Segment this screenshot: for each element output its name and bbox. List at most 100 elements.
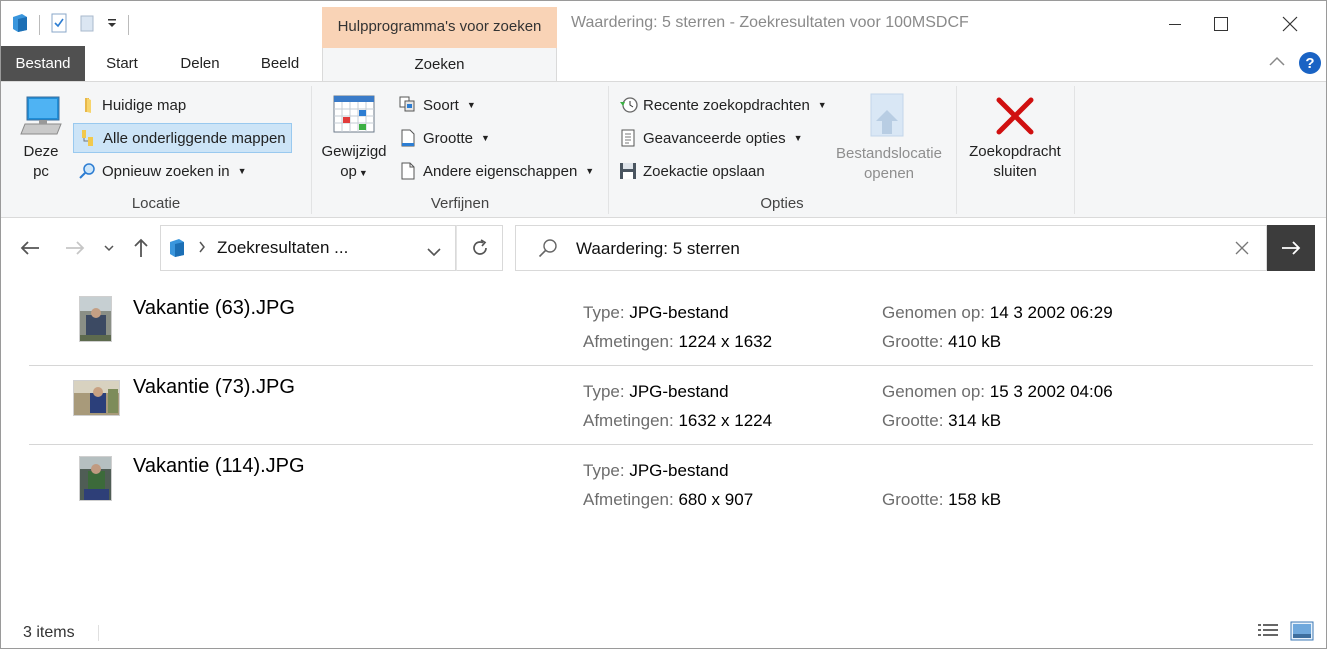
- current-folder-button[interactable]: Huidige map: [73, 91, 191, 119]
- kind-icon: [399, 96, 417, 114]
- title-bar: Hulpprogramma's voor zoeken Waardering: …: [1, 1, 1326, 46]
- close-icon: [1235, 241, 1249, 255]
- details-view-button[interactable]: [1257, 621, 1279, 645]
- close-search-label-1: Zoekopdracht: [969, 143, 1061, 160]
- clear-search-button[interactable]: [1234, 240, 1250, 260]
- tab-start[interactable]: Start: [85, 46, 159, 81]
- all-subfolders-label: Alle onderliggende mappen: [103, 129, 286, 147]
- search-again-icon: [78, 162, 96, 180]
- arrow-left-icon: [20, 241, 39, 255]
- save-search-label: Zoekactie opslaan: [643, 162, 765, 180]
- collapse-ribbon-button[interactable]: [1267, 54, 1287, 72]
- this-pc-button[interactable]: Deze pc: [13, 94, 69, 182]
- status-bar: 3 items: [1, 617, 1326, 648]
- group-label-verfijnen: Verfijnen: [430, 195, 490, 212]
- kind-button[interactable]: Soort ▼: [394, 91, 481, 119]
- search-box[interactable]: Waardering: 5 sterren: [515, 225, 1267, 271]
- result-item[interactable]: Vakantie (114).JPG Type: JPG-bestand Afm…: [29, 445, 1313, 524]
- tab-view[interactable]: Beeld: [241, 46, 319, 81]
- type-property: Type: JPG-bestand: [583, 461, 729, 480]
- dropdown-caret-icon: ▼: [237, 166, 247, 176]
- group-verfijnen: Gewijzigd op ▼ Soort ▼ Grootte ▼ Andere e…: [312, 82, 608, 217]
- other-properties-label: Andere eigenschappen: [423, 162, 578, 180]
- dropdown-caret-icon: ▼: [585, 166, 595, 176]
- search-again-label: Opnieuw zoeken in: [102, 162, 230, 180]
- size-label: Grootte: [423, 129, 474, 147]
- size-property: Grootte: 410 kB: [882, 332, 1002, 351]
- file-name[interactable]: Vakantie (73).JPG: [133, 376, 295, 399]
- group-label-locatie: Locatie: [131, 195, 181, 212]
- explorer-icon[interactable]: [11, 13, 29, 37]
- breadcrumb-separator-icon: [198, 240, 206, 258]
- result-item[interactable]: Vakantie (73).JPG Type: JPG-bestand Afme…: [29, 366, 1313, 445]
- advanced-options-button[interactable]: Geavanceerde opties ▼: [614, 124, 808, 152]
- new-folder-icon[interactable]: [78, 13, 96, 37]
- search-input[interactable]: Waardering: 5 sterren: [576, 239, 740, 259]
- chevron-down-icon: [104, 245, 114, 252]
- item-count: 3 items: [23, 624, 75, 641]
- advanced-options-label: Geavanceerde opties: [643, 129, 786, 147]
- tab-share[interactable]: Delen: [159, 46, 241, 81]
- dropdown-caret-icon: ▼: [793, 133, 803, 143]
- arrow-right-icon: [1282, 241, 1301, 255]
- open-file-location-button[interactable]: Bestandslocatie openen: [831, 92, 947, 184]
- open-file-location-label-1: Bestandslocatie: [836, 145, 942, 162]
- date-modified-button[interactable]: Gewijzigd op ▼: [316, 92, 392, 183]
- group-label-opties: Opties: [760, 195, 804, 212]
- all-subfolders-button[interactable]: Alle onderliggende mappen: [73, 123, 292, 153]
- help-icon: ?: [1299, 52, 1321, 74]
- result-item[interactable]: Vakantie (63).JPG Type: JPG-bestand Afme…: [29, 287, 1313, 366]
- properties-icon[interactable]: [50, 13, 68, 37]
- qat-dropdown-icon[interactable]: [106, 16, 118, 34]
- type-property: Type: JPG-bestand: [583, 382, 729, 401]
- this-pc-label-1: Deze: [23, 143, 59, 160]
- explorer-window: Hulpprogramma's voor zoeken Waardering: …: [0, 0, 1327, 649]
- calendar-icon: [333, 95, 375, 133]
- search-results-folder-icon: [168, 238, 186, 262]
- file-name[interactable]: Vakantie (114).JPG: [133, 455, 305, 478]
- forward-button[interactable]: [61, 233, 89, 263]
- dimensions-property: Afmetingen: 680 x 907: [583, 490, 754, 509]
- group-opties: Recente zoekopdrachten ▼ Geavanceerde op…: [609, 82, 955, 217]
- tab-search[interactable]: Zoeken: [322, 46, 557, 82]
- kind-label: Soort: [423, 96, 459, 114]
- size-button[interactable]: Grootte ▼: [394, 124, 495, 152]
- date-modified-label-1: Gewijzigd: [321, 143, 387, 160]
- dimensions-property: Afmetingen: 1632 x 1224: [583, 411, 773, 430]
- search-go-button[interactable]: [1267, 225, 1315, 271]
- recent-searches-button[interactable]: Recente zoekopdrachten ▼: [614, 91, 832, 119]
- other-properties-button[interactable]: Andere eigenschappen ▼: [394, 157, 599, 185]
- address-dropdown-button[interactable]: [427, 244, 441, 261]
- help-button[interactable]: ?: [1298, 51, 1322, 79]
- large-icons-view-button[interactable]: [1290, 620, 1314, 646]
- address-bar[interactable]: Zoekresultaten ...: [160, 225, 456, 271]
- context-tab-search-tools: Hulpprogramma's voor zoeken: [322, 7, 557, 46]
- breadcrumb[interactable]: Zoekresultaten ...: [217, 238, 348, 258]
- close-search-button[interactable]: Zoekopdracht sluiten: [959, 94, 1071, 182]
- other-properties-icon: [399, 162, 417, 180]
- maximize-button[interactable]: [1198, 1, 1244, 46]
- advanced-options-icon: [619, 129, 637, 147]
- size-property: Grootte: 158 kB: [882, 490, 1002, 509]
- minimize-icon: [1169, 23, 1181, 25]
- save-search-button[interactable]: Zoekactie opslaan: [614, 157, 770, 185]
- refresh-button[interactable]: [456, 225, 503, 271]
- close-button[interactable]: [1267, 1, 1313, 46]
- ribbon-tabs: Bestand Start Delen Beeld Zoeken ?: [1, 46, 1326, 82]
- file-name[interactable]: Vakantie (63).JPG: [133, 297, 295, 320]
- recent-locations-button[interactable]: [97, 233, 121, 263]
- subfolders-icon: [79, 129, 97, 147]
- back-button[interactable]: [16, 233, 44, 263]
- up-button[interactable]: [127, 233, 155, 263]
- computer-icon: [20, 96, 62, 135]
- dropdown-caret-icon: ▼: [481, 133, 490, 143]
- this-pc-label-2: pc: [33, 163, 49, 180]
- minimize-button[interactable]: [1152, 1, 1198, 46]
- chevron-down-icon: [427, 248, 441, 257]
- search-again-in-button[interactable]: Opnieuw zoeken in ▼: [73, 157, 252, 185]
- tab-file[interactable]: Bestand: [1, 46, 85, 81]
- group-close-search: Zoekopdracht sluiten: [957, 82, 1074, 217]
- group-locatie: Deze pc Huidige map Alle onderliggende m…: [1, 82, 311, 217]
- dimensions-property: Afmetingen: 1224 x 1632: [583, 332, 773, 351]
- date-modified-label-2: op: [340, 163, 357, 180]
